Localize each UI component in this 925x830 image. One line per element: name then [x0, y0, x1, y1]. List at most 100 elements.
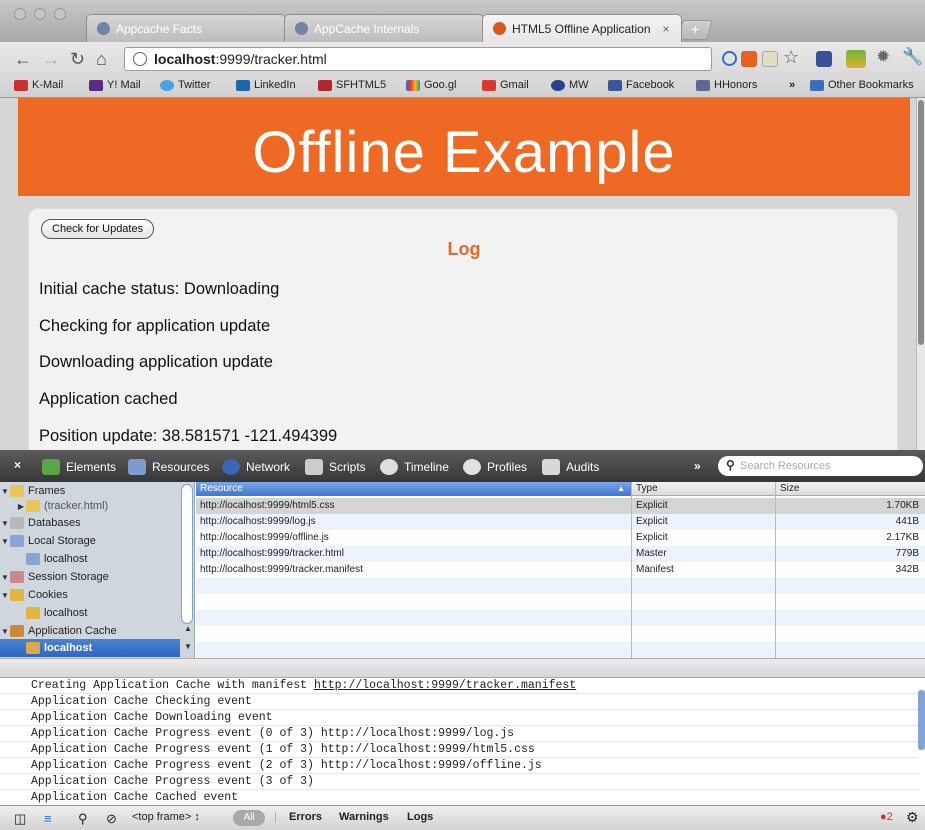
- bookmark-facebook[interactable]: Facebook: [608, 79, 674, 91]
- tree-item-session-storage[interactable]: ▼ Session Storage: [0, 568, 182, 586]
- devtools-tab-scripts[interactable]: Scripts: [305, 459, 366, 475]
- tab-html5-offline-application[interactable]: HTML5 Offline Application ×: [482, 14, 682, 42]
- filter-logs-button[interactable]: Logs: [407, 811, 433, 823]
- devtools-tab-resources[interactable]: Resources: [128, 459, 209, 475]
- wrench-menu-icon[interactable]: 🔧: [902, 47, 923, 67]
- tree-item-local-storage[interactable]: ▼ Local Storage: [0, 532, 182, 550]
- extension-circle-icon[interactable]: [722, 51, 737, 66]
- console-message: Creating Application Cache with manifest…: [0, 678, 918, 694]
- inspect-search-icon[interactable]: ⚲: [78, 811, 88, 827]
- dock-icon[interactable]: ◫: [14, 811, 26, 827]
- column-header-resource[interactable]: Resource ▲: [196, 482, 631, 496]
- tree-item-tracker-frame[interactable]: ▶ (tracker.html): [0, 497, 182, 515]
- scroll-down-arrow-icon[interactable]: ▼: [184, 642, 192, 651]
- log-line: Position update: 38.581571 -121.494399: [39, 427, 338, 445]
- divider: |: [274, 811, 277, 823]
- manifest-link[interactable]: http://localhost:9999/tracker.manifest: [314, 679, 576, 692]
- resource-url: http://localhost:9999/tracker.html: [200, 548, 344, 559]
- devtools-tab-elements[interactable]: Elements: [42, 459, 116, 475]
- expanded-triangle-icon[interactable]: ▼: [0, 591, 10, 600]
- scripts-icon: [305, 459, 323, 475]
- extension-meter-icon[interactable]: [846, 50, 866, 68]
- tab-appcache-facts[interactable]: Appcache Facts: [86, 14, 286, 42]
- clear-console-icon[interactable]: ⊘: [106, 811, 117, 827]
- address-bar[interactable]: localhost:9999/tracker.html: [124, 47, 712, 71]
- bookmark-kmail[interactable]: K-Mail: [14, 79, 63, 91]
- sidebar-scrollbar-thumb[interactable]: [181, 484, 193, 624]
- resource-row[interactable]: http://localhost:9999/offline.js Explicit…: [196, 530, 925, 546]
- expanded-triangle-icon[interactable]: ▼: [0, 627, 10, 636]
- expanded-triangle-icon[interactable]: ▼: [0, 519, 10, 528]
- forward-arrow-icon[interactable]: →: [42, 48, 60, 70]
- tab-title: Appcache Facts: [116, 21, 203, 36]
- filter-errors-button[interactable]: Errors: [289, 811, 322, 823]
- bookmark-hhonors[interactable]: HHonors: [696, 79, 757, 91]
- collapsed-triangle-icon[interactable]: ▶: [16, 502, 26, 511]
- bookmark-googl[interactable]: Goo.gl: [406, 79, 456, 91]
- bookmark-star-icon[interactable]: ☆: [783, 47, 799, 68]
- other-bookmarks-folder[interactable]: Other Bookmarks: [810, 79, 914, 91]
- filter-all-button[interactable]: All: [233, 810, 265, 826]
- bookmark-sfhtml5[interactable]: SFHTML5: [318, 79, 386, 91]
- bookmark-ymail[interactable]: Y! Mail: [89, 79, 141, 91]
- folder-icon: [26, 500, 40, 512]
- close-tab-icon[interactable]: ×: [663, 22, 670, 36]
- devtools-tab-network[interactable]: Network: [222, 459, 290, 475]
- home-icon[interactable]: ⌂: [96, 48, 107, 70]
- expanded-triangle-icon[interactable]: ▼: [0, 573, 10, 582]
- console-toggle-icon[interactable]: ≡: [44, 811, 52, 826]
- column-header-type[interactable]: Type: [636, 483, 658, 494]
- resource-size: 1.70KB: [886, 500, 919, 511]
- zoom-window-dot[interactable]: [54, 8, 66, 20]
- bookmark-twitter[interactable]: Twitter: [160, 79, 210, 91]
- search-resources-input[interactable]: Search Resources: [718, 456, 923, 476]
- page-scrollbar[interactable]: [916, 98, 925, 450]
- settings-gear-icon[interactable]: ⚙: [906, 809, 919, 826]
- bookmark-gmail[interactable]: Gmail: [482, 79, 529, 91]
- close-devtools-icon[interactable]: ×: [14, 458, 21, 472]
- minimize-window-dot[interactable]: [34, 8, 46, 20]
- tab-appcache-internals[interactable]: AppCache Internals: [284, 14, 484, 42]
- resource-row[interactable]: http://localhost:9999/tracker.manifest Ma…: [196, 562, 925, 578]
- expanded-triangle-icon[interactable]: ▼: [0, 487, 10, 496]
- resource-row[interactable]: http://localhost:9999/tracker.html Master…: [196, 546, 925, 562]
- url-path: :9999/tracker.html: [215, 51, 327, 67]
- log-line: Checking for application update: [39, 317, 271, 335]
- tree-item-application-cache[interactable]: ▼ Application Cache: [0, 622, 182, 640]
- tree-item-databases[interactable]: ▼ Databases: [0, 514, 182, 532]
- bookmark-linkedin[interactable]: LinkedIn: [236, 79, 296, 91]
- resource-row[interactable]: http://localhost:9999/html5.css Explicit 1…: [196, 498, 925, 514]
- extension-icon[interactable]: [816, 51, 832, 67]
- html5-extension-icon[interactable]: [741, 51, 757, 67]
- column-header-size[interactable]: Size: [780, 483, 799, 494]
- tree-item-local-storage-localhost[interactable]: localhost: [0, 550, 182, 568]
- expanded-triangle-icon[interactable]: ▼: [0, 537, 10, 546]
- devtools-tab-audits[interactable]: Audits: [542, 459, 599, 475]
- console-scrollbar[interactable]: [918, 690, 925, 750]
- tree-item-cookies[interactable]: ▼ Cookies: [0, 586, 182, 604]
- bookmark-mw[interactable]: MW: [551, 79, 589, 91]
- check-for-updates-button[interactable]: Check for Updates: [41, 219, 155, 239]
- devtools-more-tabs-button[interactable]: »: [694, 459, 701, 473]
- storage-grid-icon: [26, 553, 40, 565]
- devtools-tab-timeline[interactable]: Timeline: [380, 459, 449, 475]
- tree-item-app-cache-localhost[interactable]: localhost: [0, 639, 180, 657]
- close-window-dot[interactable]: [14, 8, 26, 20]
- hhonors-icon: [696, 79, 710, 91]
- back-arrow-icon[interactable]: ←: [14, 48, 32, 70]
- devtools-split-divider[interactable]: [0, 658, 925, 678]
- scroll-up-arrow-icon[interactable]: ▲: [184, 624, 192, 633]
- tree-item-cookies-localhost[interactable]: localhost: [0, 604, 182, 622]
- reload-icon[interactable]: ↻: [70, 48, 85, 70]
- storage-grid-icon: [10, 535, 24, 547]
- filter-warnings-button[interactable]: Warnings: [339, 811, 389, 823]
- extension-gear-icon[interactable]: ✹: [876, 47, 890, 67]
- new-tab-button[interactable]: +: [677, 20, 713, 40]
- bookmarks-overflow-button[interactable]: »: [789, 79, 795, 91]
- frame-select[interactable]: <top frame> ↕: [132, 811, 200, 823]
- page-scrollbar-thumb[interactable]: [918, 100, 924, 345]
- page-action-icon[interactable]: [762, 51, 778, 67]
- resource-row[interactable]: http://localhost:9999/log.js Explicit 441B: [196, 514, 925, 530]
- error-count[interactable]: ●2: [880, 811, 893, 823]
- devtools-tab-profiles[interactable]: Profiles: [463, 459, 527, 475]
